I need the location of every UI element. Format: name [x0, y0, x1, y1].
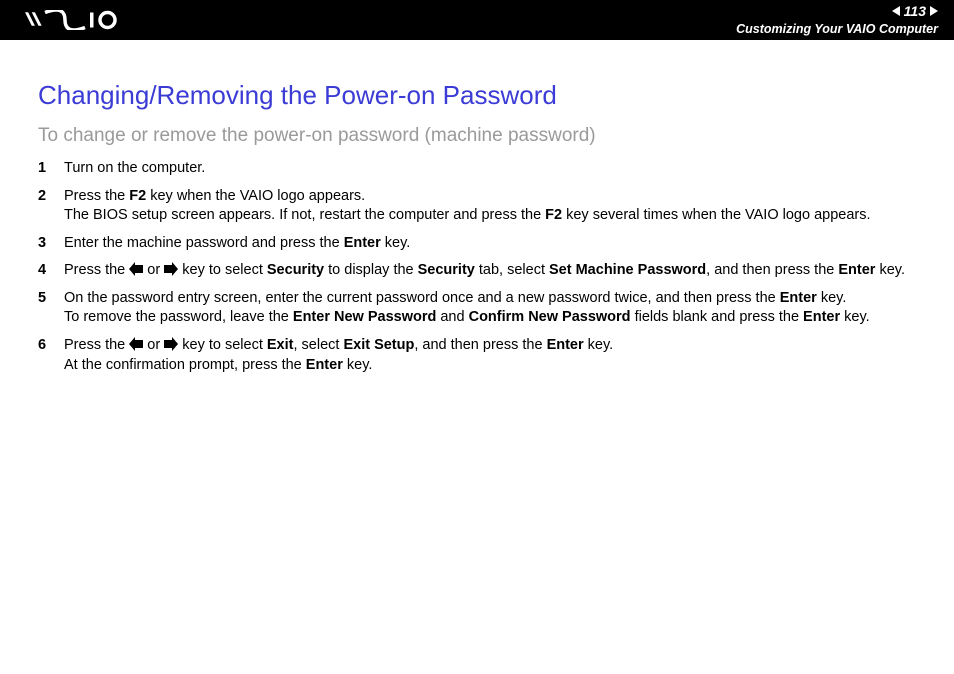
- step: 5On the password entry screen, enter the…: [38, 289, 916, 328]
- bold-text: F2: [129, 188, 146, 204]
- bold-text: Set Machine Password: [549, 262, 706, 278]
- step-body: Press the or key to select Security to d…: [64, 261, 916, 281]
- step: 3Enter the machine password and press th…: [38, 234, 916, 254]
- step-body: Press the F2 key when the VAIO logo appe…: [64, 187, 916, 226]
- step: 4Press the or key to select Security to …: [38, 261, 916, 281]
- bold-text: Enter: [838, 262, 875, 278]
- page-title: Changing/Removing the Power-on Password: [38, 80, 916, 111]
- text: or: [143, 262, 164, 278]
- step: 6Press the or key to select Exit, select…: [38, 336, 916, 375]
- text: , and then press the: [706, 262, 838, 278]
- text: , and then press the: [414, 337, 546, 353]
- page-number: 113: [904, 3, 926, 20]
- breadcrumb: Customizing Your VAIO Computer: [736, 22, 938, 37]
- step: 1Turn on the computer.: [38, 159, 916, 179]
- bold-text: Enter: [344, 235, 381, 251]
- step: 2Press the F2 key when the VAIO logo app…: [38, 187, 916, 226]
- bold-text: Security: [267, 262, 324, 278]
- text: key to select: [178, 337, 267, 353]
- steps-list: 1Turn on the computer.2Press the F2 key …: [38, 159, 916, 375]
- text: key.: [817, 290, 847, 306]
- text: Turn on the computer.: [64, 160, 205, 176]
- text: to display the: [324, 262, 418, 278]
- arrow-right-icon: [164, 262, 178, 276]
- text: key.: [875, 262, 905, 278]
- vaio-logo: [20, 0, 130, 40]
- step-body: On the password entry screen, enter the …: [64, 289, 916, 328]
- bold-text: Enter: [780, 290, 817, 306]
- arrow-left-icon: [129, 262, 143, 276]
- bold-text: F2: [545, 207, 562, 223]
- text: Enter the machine password and press the: [64, 235, 344, 251]
- page-nav: 113: [736, 3, 938, 20]
- text: The BIOS setup screen appears. If not, r…: [64, 207, 545, 223]
- bold-text: Confirm New Password: [469, 309, 631, 325]
- bold-text: Enter: [547, 337, 584, 353]
- text: , select: [293, 337, 343, 353]
- bold-text: Exit Setup: [343, 337, 414, 353]
- text: key.: [584, 337, 614, 353]
- text: Press the: [64, 262, 129, 278]
- bold-text: Enter: [306, 357, 343, 373]
- step-number: 3: [38, 234, 64, 254]
- text: key when the VAIO logo appears.: [146, 188, 365, 204]
- text: fields blank and press the: [631, 309, 804, 325]
- step-body: Turn on the computer.: [64, 159, 916, 179]
- text: Press the: [64, 188, 129, 204]
- bold-text: Enter: [803, 309, 840, 325]
- next-page-icon[interactable]: [930, 6, 938, 16]
- content-area: Changing/Removing the Power-on Password …: [0, 40, 954, 375]
- text: At the confirmation prompt, press the: [64, 357, 306, 373]
- step-number: 2: [38, 187, 64, 226]
- step-number: 4: [38, 261, 64, 281]
- arrow-left-icon: [129, 337, 143, 351]
- arrow-right-icon: [164, 337, 178, 351]
- text: or: [143, 337, 164, 353]
- step-body: Enter the machine password and press the…: [64, 234, 916, 254]
- text: tab, select: [475, 262, 549, 278]
- text: Press the: [64, 337, 129, 353]
- step-number: 1: [38, 159, 64, 179]
- text: and: [436, 309, 468, 325]
- text: key.: [840, 309, 870, 325]
- bold-text: Security: [418, 262, 475, 278]
- text: key.: [381, 235, 411, 251]
- text: To remove the password, leave the: [64, 309, 293, 325]
- prev-page-icon[interactable]: [892, 6, 900, 16]
- text: key.: [343, 357, 373, 373]
- step-body: Press the or key to select Exit, select …: [64, 336, 916, 375]
- text: key several times when the VAIO logo app…: [562, 207, 870, 223]
- text: key to select: [178, 262, 267, 278]
- page-header: 113 Customizing Your VAIO Computer: [0, 0, 954, 40]
- step-number: 6: [38, 336, 64, 375]
- step-number: 5: [38, 289, 64, 328]
- page-subtitle: To change or remove the power-on passwor…: [38, 125, 916, 147]
- bold-text: Exit: [267, 337, 294, 353]
- bold-text: Enter New Password: [293, 309, 436, 325]
- text: On the password entry screen, enter the …: [64, 290, 780, 306]
- header-right: 113 Customizing Your VAIO Computer: [736, 3, 938, 37]
